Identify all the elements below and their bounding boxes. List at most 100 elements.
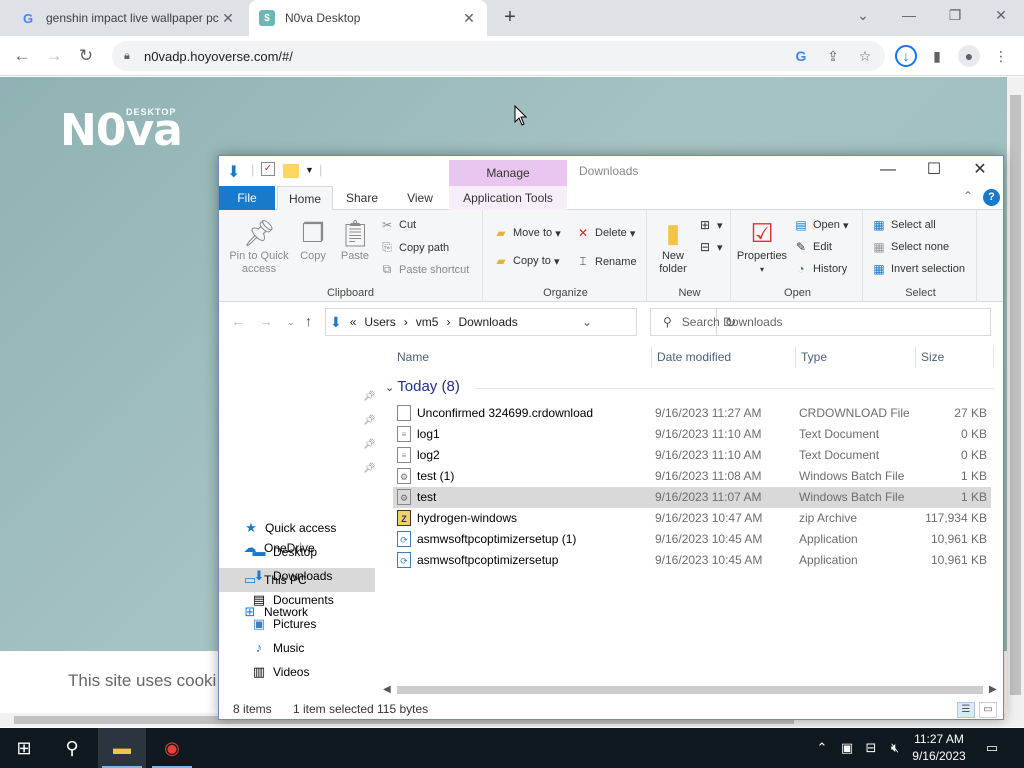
download-icon[interactable]: ↓ bbox=[895, 45, 917, 67]
tab-file[interactable]: File bbox=[219, 186, 275, 210]
table-row[interactable]: ≡ log2 9/16/2023 11:10 AM Text Document … bbox=[393, 445, 991, 466]
copy-path-button[interactable]: ⎘ Copy path bbox=[379, 240, 449, 255]
table-row[interactable]: ≡ log1 9/16/2023 11:10 AM Text Document … bbox=[393, 424, 991, 445]
easy-access-button[interactable]: ⊟ ▾ bbox=[697, 240, 723, 254]
scroll-thumb[interactable] bbox=[1010, 95, 1021, 695]
tab-application-tools[interactable]: Application Tools bbox=[449, 186, 567, 210]
tab-home[interactable]: Home bbox=[277, 186, 333, 211]
pin-icon[interactable]: 📌︎ bbox=[363, 463, 376, 474]
paste-button[interactable]: 📋︎ Paste bbox=[337, 216, 373, 263]
nav-onedrive[interactable]: ☁ OneDrive bbox=[242, 537, 315, 559]
column-header-type[interactable]: Type bbox=[801, 350, 827, 364]
table-row[interactable]: Z hydrogen-windows 9/16/2023 10:47 AM zi… bbox=[393, 508, 991, 529]
large-icons-view-icon[interactable]: ▭ bbox=[979, 702, 997, 718]
manage-context-tab[interactable]: Manage bbox=[449, 160, 567, 186]
cut-button[interactable]: ✂ Cut bbox=[379, 218, 416, 232]
table-row-selected[interactable]: ⚙ test 9/16/2023 11:07 AM Windows Batch … bbox=[393, 487, 991, 508]
breadcrumb-downloads[interactable]: Downloads bbox=[458, 315, 517, 329]
search-box[interactable]: ⚲ Search Downloads bbox=[650, 308, 991, 336]
paste-shortcut-button[interactable]: ⧉ Paste shortcut bbox=[379, 262, 470, 277]
copy-button[interactable]: ❐ Copy bbox=[295, 216, 331, 263]
column-header-date[interactable]: Date modified bbox=[657, 350, 731, 364]
network-tray-icon[interactable]: ⊟ bbox=[860, 728, 882, 768]
nav-music[interactable]: ♪ Music bbox=[251, 637, 305, 659]
column-header-name[interactable]: Name bbox=[397, 350, 429, 364]
profile-avatar[interactable]: ● bbox=[958, 45, 980, 67]
nav-this-pc[interactable]: ▭ This PC bbox=[242, 569, 307, 591]
breadcrumb-vm5[interactable]: vm5 bbox=[416, 315, 439, 329]
volume-muted-icon[interactable]: 🔇︎ bbox=[884, 728, 906, 768]
google-lens-icon[interactable]: G bbox=[789, 48, 813, 64]
minimize-button[interactable]: — bbox=[865, 156, 911, 186]
file-list-horizontal-scrollbar[interactable]: ◀ ▶ bbox=[379, 682, 1003, 698]
pin-quick-access-button[interactable]: 📌︎ Pin to Quick access bbox=[225, 216, 293, 276]
collapse-ribbon-icon[interactable]: ⌃ bbox=[963, 189, 973, 203]
breadcrumb-address-bar[interactable]: ⬇ « Users › vm5 › Downloads ⌄ ↻ bbox=[325, 308, 736, 336]
properties-button[interactable]: ☑ Properties ▾ bbox=[735, 216, 789, 276]
file-explorer-taskbar-icon[interactable]: ▬ bbox=[98, 728, 146, 768]
new-tab-button[interactable]: + bbox=[498, 6, 522, 30]
forward-button[interactable]: → bbox=[42, 44, 66, 68]
address-bar[interactable]: 🔒︎ n0vadp.hoyoverse.com/#/ G ⇪ ☆ bbox=[112, 41, 885, 71]
side-panel-icon[interactable]: ▮ bbox=[926, 45, 948, 67]
new-folder-quick-icon[interactable] bbox=[283, 164, 299, 178]
nav-network[interactable]: ⊞ Network bbox=[242, 601, 308, 623]
back-arrow-icon[interactable]: ← bbox=[231, 313, 245, 329]
scroll-right-icon[interactable]: ▶ bbox=[989, 682, 997, 698]
chrome-taskbar-icon[interactable]: ◉ bbox=[148, 728, 196, 768]
delete-button[interactable]: ✕ Delete ▾ bbox=[575, 226, 635, 240]
start-windows-icon[interactable]: ⊞ bbox=[0, 728, 48, 768]
table-row[interactable]: ⚙ test (1) 9/16/2023 11:08 AM Windows Ba… bbox=[393, 466, 991, 487]
tab-view[interactable]: View bbox=[391, 186, 449, 210]
notifications-icon[interactable]: ▭ bbox=[980, 728, 1004, 768]
breadcrumb-chevron-icon[interactable]: › bbox=[404, 315, 408, 329]
edit-button[interactable]: ✎ Edit bbox=[793, 240, 832, 254]
tab-search-icon[interactable]: ⌄ bbox=[840, 0, 886, 32]
scroll-left-icon[interactable]: ◀ bbox=[383, 682, 391, 698]
bookmark-star-icon[interactable]: ☆ bbox=[853, 48, 877, 65]
up-arrow-icon[interactable]: ↑ bbox=[305, 313, 312, 329]
new-folder-button[interactable]: ▮ New folder bbox=[653, 216, 693, 276]
tab-share[interactable]: Share bbox=[335, 186, 389, 210]
invert-selection-button[interactable]: ▦ Invert selection bbox=[871, 262, 965, 276]
group-header-today[interactable]: ⌄ Today (8) bbox=[385, 378, 460, 395]
move-to-button[interactable]: ▰ Move to ▾ bbox=[493, 226, 560, 240]
pin-icon[interactable]: 📌︎ bbox=[363, 391, 376, 402]
nav-quick-access[interactable]: ★ Quick access bbox=[243, 517, 336, 539]
nav-videos[interactable]: ▥ Videos bbox=[251, 661, 310, 683]
address-dropdown-icon[interactable]: ⌄ bbox=[582, 315, 592, 329]
close-button[interactable]: ✕ bbox=[957, 156, 1003, 186]
show-hidden-icons-icon[interactable]: ⌃ bbox=[812, 728, 832, 768]
share-icon[interactable]: ⇪ bbox=[821, 48, 845, 65]
page-vertical-scrollbar[interactable] bbox=[1007, 77, 1024, 713]
scroll-thumb[interactable] bbox=[397, 686, 983, 694]
back-button[interactable]: ← bbox=[10, 44, 34, 68]
customize-toolbar-icon[interactable]: ▼ bbox=[305, 165, 314, 183]
help-icon[interactable]: ? bbox=[983, 189, 1000, 206]
minimize-button[interactable]: — bbox=[886, 0, 932, 32]
recent-locations-icon[interactable]: ⌄ bbox=[287, 317, 295, 328]
details-view-icon[interactable]: ☰ bbox=[957, 702, 975, 718]
pin-icon[interactable]: 📌︎ bbox=[363, 439, 376, 450]
copy-to-button[interactable]: ▰ Copy to ▾ bbox=[493, 254, 559, 268]
restore-button[interactable]: ❐ bbox=[932, 0, 978, 32]
reload-button[interactable]: ↻ bbox=[74, 44, 98, 68]
rename-button[interactable]: ⌶ Rename bbox=[575, 254, 636, 269]
maximize-button[interactable]: ☐ bbox=[911, 156, 957, 186]
table-row[interactable]: ⟳ asmwsoftpcoptimizersetup (1) 9/16/2023… bbox=[393, 529, 991, 550]
forward-arrow-icon[interactable]: → bbox=[259, 313, 273, 329]
history-button[interactable]: ◔ History bbox=[793, 262, 847, 276]
select-none-button[interactable]: ▦ Select none bbox=[871, 240, 949, 254]
clock[interactable]: 11:27 AM 9/16/2023 bbox=[906, 731, 972, 765]
breadcrumb-chevron-icon[interactable]: › bbox=[446, 315, 450, 329]
close-tab-icon[interactable]: ✕ bbox=[220, 10, 236, 27]
device-icon[interactable]: ▣ bbox=[836, 728, 858, 768]
table-row[interactable]: Unconfirmed 324699.crdownload 9/16/2023 … bbox=[393, 403, 991, 424]
menu-kebab-icon[interactable]: ⋮ bbox=[990, 45, 1012, 67]
open-button[interactable]: ▤ Open ▾ bbox=[793, 218, 848, 232]
tab-genshin-search[interactable]: G genshin impact live wallpaper pc ✕ bbox=[10, 0, 246, 36]
pin-icon[interactable]: 📌︎ bbox=[363, 415, 376, 426]
tab-n0va-desktop[interactable]: $ N0va Desktop ✕ bbox=[249, 0, 487, 36]
close-tab-icon[interactable]: ✕ bbox=[461, 10, 477, 27]
search-icon[interactable]: ⚲ bbox=[48, 728, 96, 768]
